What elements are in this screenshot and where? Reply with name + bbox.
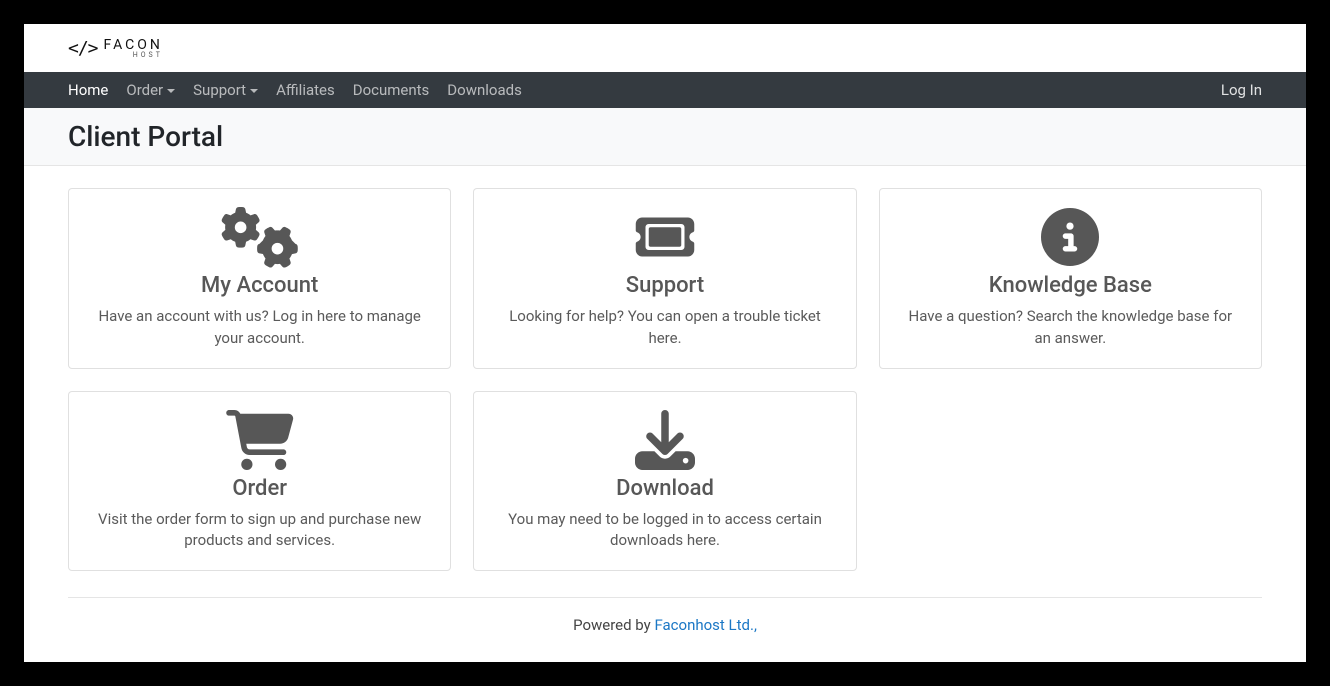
nav-item-label: Documents [353, 81, 430, 99]
nav-item-label: Affiliates [276, 81, 335, 99]
nav-downloads[interactable]: Downloads [447, 81, 522, 99]
gears-icon [89, 205, 430, 269]
card-title: Knowledge Base [900, 273, 1241, 298]
nav-item-label: Home [68, 81, 108, 99]
logo-sub: HOST [133, 52, 163, 59]
card-desc: Have an account with us? Log in here to … [89, 306, 430, 350]
nav-documents[interactable]: Documents [353, 81, 430, 99]
card-title: Support [494, 273, 835, 298]
card-title: Order [89, 476, 430, 501]
logo-bar: </> FACON HOST [24, 24, 1306, 72]
chevron-down-icon [167, 89, 175, 93]
nav-order[interactable]: Order [126, 81, 175, 99]
nav-item-label: Order [126, 81, 163, 99]
card-desc: You may need to be logged in to access c… [494, 509, 835, 553]
page-title: Client Portal [68, 120, 1262, 153]
brand-logo[interactable]: </> FACON HOST [68, 38, 163, 59]
card-title: My Account [89, 273, 430, 298]
nav-home[interactable]: Home [68, 81, 108, 99]
nav-item-label: Log In [1221, 81, 1262, 99]
footer-divider [68, 597, 1262, 598]
card-order[interactable]: Order Visit the order form to sign up an… [68, 391, 451, 572]
card-support[interactable]: Support Looking for help? You can open a… [473, 188, 856, 369]
card-desc: Looking for help? You can open a trouble… [494, 306, 835, 350]
footer-link[interactable]: Faconhost Ltd., [654, 616, 756, 634]
nav-login[interactable]: Log In [1221, 81, 1262, 99]
card-desc: Visit the order form to sign up and purc… [89, 509, 430, 553]
download-icon [494, 408, 835, 472]
cart-icon [89, 408, 430, 472]
logo-brand: FACON [104, 38, 163, 52]
cards-grid: My Account Have an account with us? Log … [24, 166, 1306, 593]
footer: Powered by Faconhost Ltd., [24, 593, 1306, 658]
card-desc: Have a question? Search the knowledge ba… [900, 306, 1241, 350]
card-download[interactable]: Download You may need to be logged in to… [473, 391, 856, 572]
footer-text: Powered by Faconhost Ltd., [68, 616, 1262, 634]
nav-support[interactable]: Support [193, 81, 258, 99]
nav-item-label: Downloads [447, 81, 522, 99]
ticket-icon [494, 205, 835, 269]
nav-affiliates[interactable]: Affiliates [276, 81, 335, 99]
info-circle-icon [900, 205, 1241, 269]
main-navbar: Home Order Support Affiliates Documents … [24, 72, 1306, 108]
chevron-down-icon [250, 89, 258, 93]
card-my-account[interactable]: My Account Have an account with us? Log … [68, 188, 451, 369]
footer-prefix: Powered by [573, 616, 654, 634]
card-title: Download [494, 476, 835, 501]
nav-item-label: Support [193, 81, 246, 99]
title-bar: Client Portal [24, 108, 1306, 166]
card-knowledge-base[interactable]: Knowledge Base Have a question? Search t… [879, 188, 1262, 369]
logo-mark: </> [68, 38, 98, 59]
